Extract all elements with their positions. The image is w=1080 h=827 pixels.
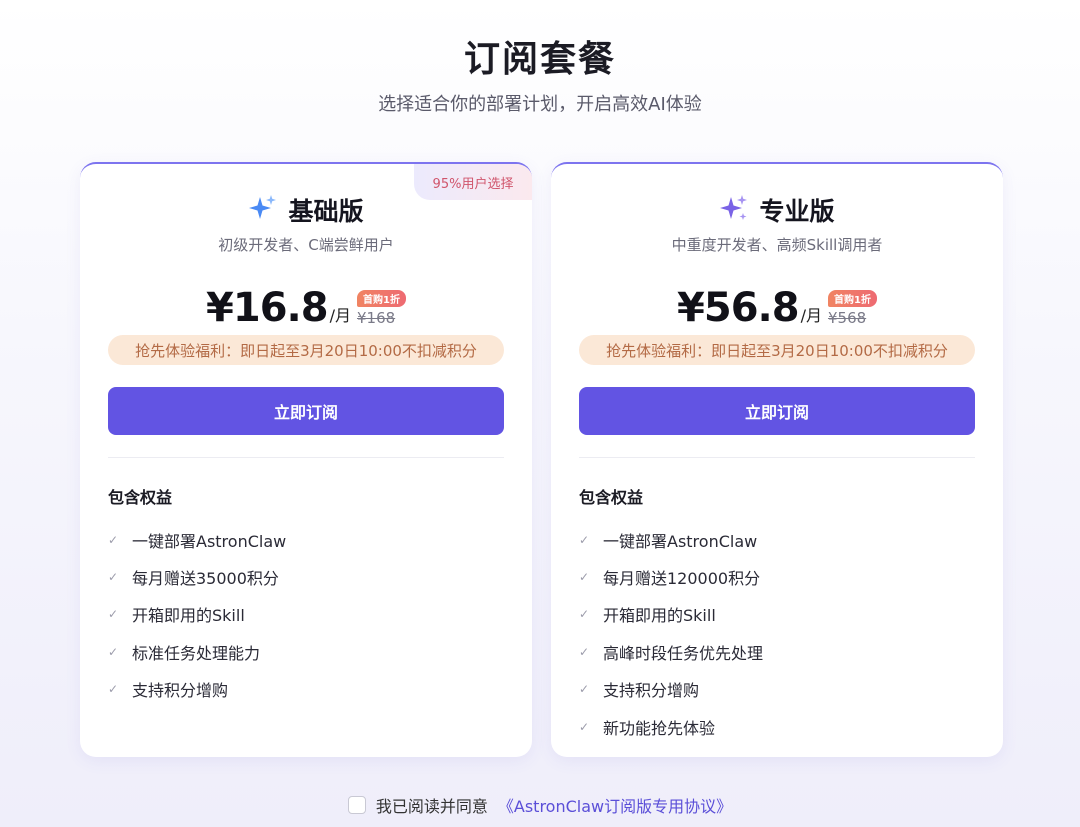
check-icon: ✓	[108, 682, 119, 697]
agreement-row: 我已阅读并同意 《AstronClaw订阅版专用协议》	[0, 793, 1080, 817]
right-label: 一键部署AstronClaw	[132, 531, 287, 551]
plan-header: 基础版	[80, 192, 532, 228]
right-label: 开箱即用的Skill	[603, 606, 716, 626]
right-label: 新功能抢先体验	[603, 718, 716, 738]
list-item: ✓ 高峰时段任务优先处理	[579, 633, 763, 670]
discount-badge: 首购1折	[827, 290, 877, 307]
list-item: ✓ 新功能抢先体验	[579, 708, 763, 745]
check-icon: ✓	[108, 570, 119, 585]
list-item: ✓ 标准任务处理能力	[108, 633, 286, 670]
subscribe-button[interactable]: 立即订阅	[579, 387, 975, 435]
plan-header: 专业版	[551, 192, 1003, 228]
agreement-link[interactable]: 《AstronClaw订阅版专用协议》	[498, 793, 732, 817]
right-label: 一键部署AstronClaw	[603, 531, 758, 551]
right-label: 支持积分增购	[603, 681, 700, 701]
right-label: 高峰时段任务优先处理	[603, 643, 764, 663]
check-icon: ✓	[579, 607, 590, 622]
plan-name: 基础版	[288, 197, 364, 226]
list-item: ✓ 支持积分增购	[108, 671, 286, 708]
subscribe-button[interactable]: 立即订阅	[108, 387, 504, 435]
benefit-banner: 抢先体验福利：即日起至3月20日10:00不扣减积分	[579, 335, 975, 365]
list-item: ✓ 每月赠送35000积分	[108, 558, 286, 595]
plan-description: 初级开发者、C端尝鲜用户	[218, 236, 394, 254]
rights-list: ✓ 一键部署AstronClaw ✓ 每月赠送120000积分 ✓ 开箱即用的Skil…	[579, 521, 763, 745]
discount-badge: 首购1折	[356, 290, 406, 307]
original-price-group: 首购1折 ¥568	[827, 290, 877, 327]
benefit-banner: 抢先体验福利：即日起至3月20日10:00不扣减积分	[108, 335, 504, 365]
right-label: 每月赠送35000积分	[132, 569, 279, 589]
check-icon: ✓	[108, 644, 119, 659]
list-item: ✓ 开箱即用的Skill	[108, 596, 286, 633]
check-icon: ✓	[579, 532, 590, 547]
page-title: 订阅套餐	[463, 39, 616, 80]
price-unit: /月	[800, 306, 822, 325]
agreement-text: 我已阅读并同意	[375, 797, 488, 816]
list-item: ✓ 一键部署AstronClaw	[108, 521, 286, 558]
check-icon: ✓	[579, 719, 590, 734]
list-item: ✓ 每月赠送120000积分	[579, 558, 763, 595]
original-price: ¥168	[356, 309, 396, 327]
rights-title: 包含权益	[579, 488, 644, 507]
list-item: ✓ 一键部署AstronClaw	[579, 521, 763, 558]
price-row: ¥16.8 /月 首购1折 ¥168	[80, 286, 532, 330]
right-label: 每月赠送120000积分	[603, 569, 761, 589]
sparkle-icon	[248, 193, 278, 227]
list-item: ✓ 开箱即用的Skill	[579, 596, 763, 633]
rights-title: 包含权益	[108, 488, 173, 507]
original-price: ¥568	[827, 309, 867, 327]
plan-price: ¥56.8	[677, 285, 800, 331]
check-icon: ✓	[579, 644, 590, 659]
price-unit: /月	[329, 306, 351, 325]
divider	[108, 457, 504, 458]
sparkle-icon	[719, 193, 749, 227]
check-icon: ✓	[108, 532, 119, 547]
right-label: 开箱即用的Skill	[132, 606, 245, 626]
check-icon: ✓	[579, 682, 590, 697]
list-item: ✓ 支持积分增购	[579, 671, 763, 708]
page-subtitle: 选择适合你的部署计划，开启高效AI体验	[378, 94, 702, 115]
check-icon: ✓	[579, 570, 590, 585]
plan-card-basic: 95%用户选择 基础版 初级开发者、C端尝鲜用户 ¥16.8 /月 首购1折 ¥…	[80, 162, 532, 757]
agreement-checkbox[interactable]	[347, 796, 366, 814]
plan-price: ¥16.8	[206, 285, 329, 331]
original-price-group: 首购1折 ¥168	[356, 290, 406, 327]
right-label: 支持积分增购	[132, 681, 229, 701]
price-row: ¥56.8 /月 首购1折 ¥568	[551, 286, 1003, 330]
right-label: 标准任务处理能力	[132, 643, 261, 663]
plan-card-pro: 专业版 中重度开发者、高频Skill调用者 ¥56.8 /月 首购1折 ¥568…	[551, 162, 1003, 757]
rights-list: ✓ 一键部署AstronClaw ✓ 每月赠送35000积分 ✓ 开箱即用的Skill…	[108, 521, 286, 708]
divider	[579, 457, 975, 458]
plan-description: 中重度开发者、高频Skill调用者	[671, 236, 883, 254]
check-icon: ✓	[108, 607, 119, 622]
plan-name: 专业版	[759, 197, 835, 226]
